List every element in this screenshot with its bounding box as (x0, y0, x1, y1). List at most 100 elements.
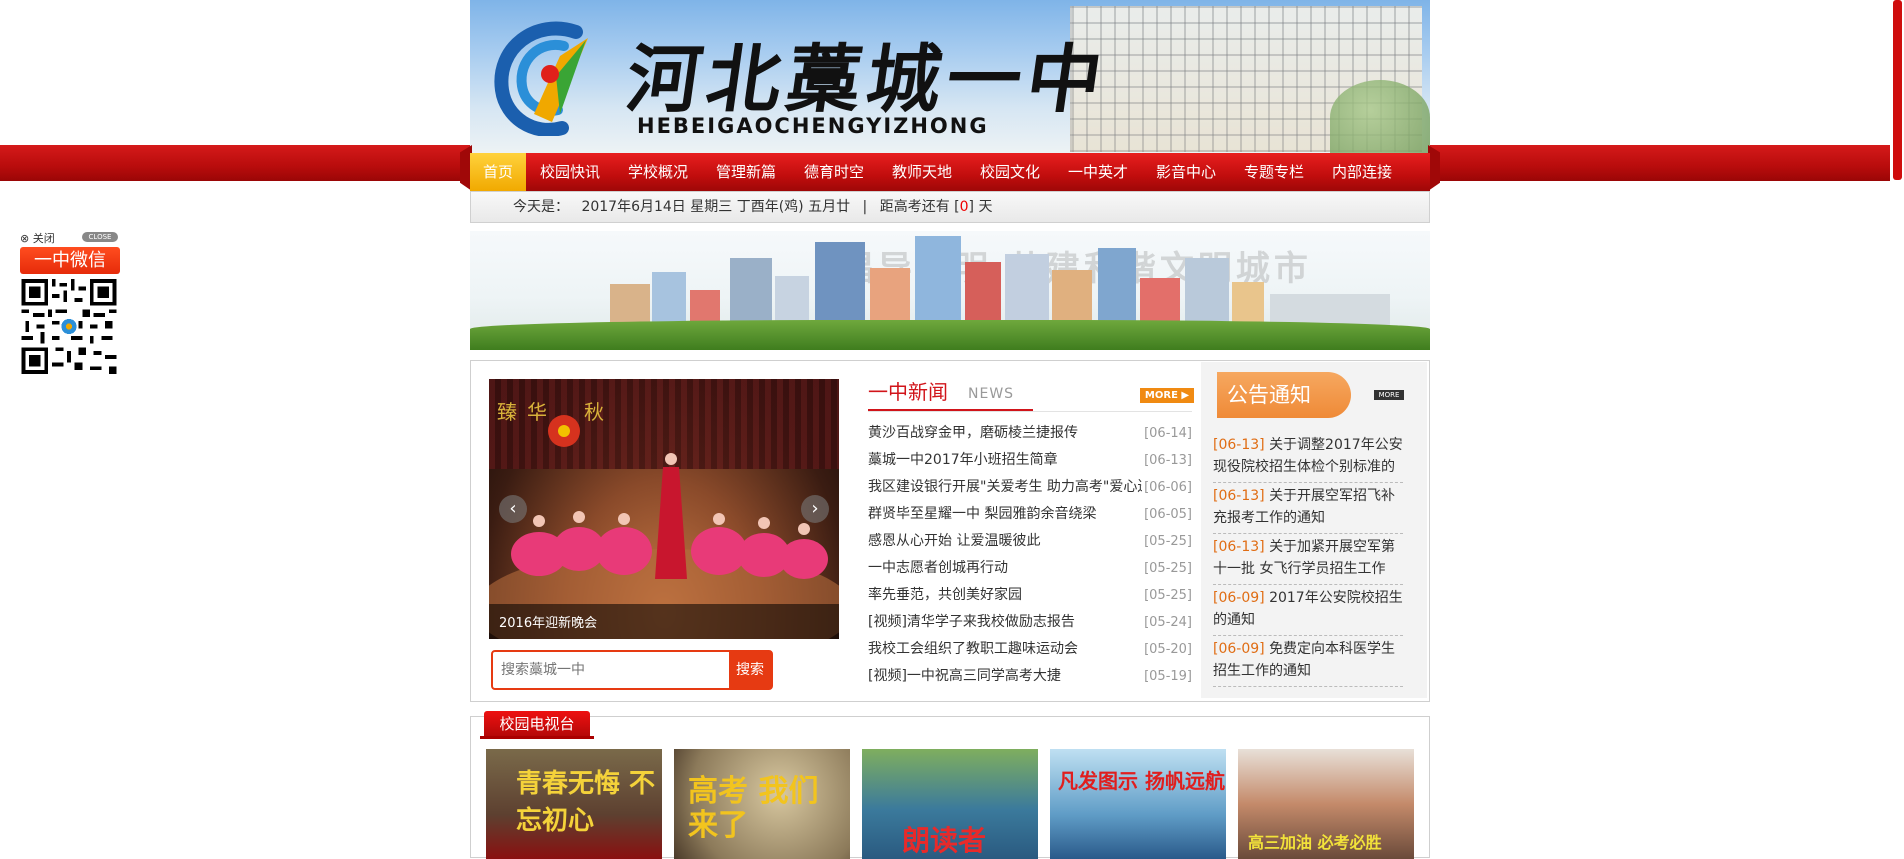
svg-text:臻: 臻 (497, 400, 517, 424)
news-item[interactable]: 率先垂范，共创美好家园 [05-25] (868, 582, 1192, 609)
nav-item-campus-news[interactable]: 校园快讯 (526, 153, 614, 191)
date-bar: 今天是： 2017年6月14日 星期三 丁酉年(鸡) 五月廿 | 距高考还有 [… (470, 191, 1430, 223)
nav-item-management[interactable]: 管理新篇 (702, 153, 790, 191)
news-title-underline (868, 409, 1033, 411)
slide-next-button[interactable]: › (801, 495, 829, 523)
site-search: 搜索 (491, 650, 773, 690)
main-navigation: 首页 校园快讯 学校概况 管理新篇 德育时空 教师天地 校园文化 一中英才 影音… (470, 153, 1430, 191)
news-item-date: [06-14] (1142, 420, 1192, 447)
nav-item-talents[interactable]: 一中英才 (1054, 153, 1142, 191)
news-item-title[interactable]: [视频]清华学子来我校做励志报告 (868, 614, 1075, 630)
notice-item-date: [06-13] (1213, 539, 1265, 555)
notice-item[interactable]: [06-09] 免费定向本科医学生招生工作的通知 (1213, 636, 1403, 687)
scrollbar-thumb[interactable] (1893, 0, 1902, 180)
news-section-title: 一中新闻 (868, 380, 948, 404)
news-item-title[interactable]: 我区建设银行开展"关爱考生 助力高考"爱心送 (868, 479, 1151, 495)
search-button[interactable]: 搜索 (729, 652, 771, 688)
banner-tree-decoration (1330, 80, 1430, 155)
tv-video-title: 高三加油 必考必胜 (1248, 833, 1382, 852)
news-item[interactable]: 一中志愿者创城再行动 [05-25] (868, 555, 1192, 582)
news-item-date: [05-25] (1142, 582, 1192, 609)
tv-video-thumbnail[interactable]: 高考 我们来了 (674, 749, 850, 859)
news-item-title[interactable]: 黄沙百战穿金甲，磨砺棱兰捷报传 (868, 425, 1078, 441)
wechat-qr-code-icon (21, 279, 117, 374)
notice-item[interactable]: [06-09] 2017年公安院校招生的通知 (1213, 585, 1403, 636)
news-section-subtitle: NEWS (968, 386, 1015, 402)
notice-list: [06-13] 关于调整2017年公安现役院校招生体检个别标准的 [06-13]… (1213, 432, 1403, 687)
exam-countdown-suffix: ] 天 (968, 199, 993, 215)
news-item-date: [06-13] (1142, 447, 1192, 474)
tv-video-title: 朗读者 (902, 824, 987, 857)
news-item[interactable]: 感恩从心开始 让爱温暖彼此 [05-25] (868, 528, 1192, 555)
news-more-button[interactable]: MORE ▶ (1140, 388, 1194, 403)
current-date: 2017年6月14日 星期三 丁酉年(鸡) 五月廿 (581, 199, 851, 215)
news-slideshow[interactable]: 臻 华 秋 ‹ › 2016年迎新晚会 (489, 379, 839, 639)
notice-item[interactable]: [06-13] 关于调整2017年公安现役院校招生体检个别标准的 (1213, 432, 1403, 483)
school-logo-icon (494, 21, 588, 136)
tv-video-thumbnail[interactable]: 青春无悔 不忘初心 (486, 749, 662, 859)
news-list: 黄沙百战穿金甲，磨砺棱兰捷报传 [06-14] 藁城一中2017年小班招生简章 [0… (868, 420, 1192, 690)
nav-item-home[interactable]: 首页 (470, 153, 526, 191)
banner-school-title: 河北藁城一中 (621, 37, 1114, 123)
nav-item-school-overview[interactable]: 学校概况 (614, 153, 702, 191)
nav-item-media-center[interactable]: 影音中心 (1142, 153, 1230, 191)
city-banner-image: 倡导文明 共建和谐文明城市 (470, 231, 1430, 350)
news-item-date: [05-25] (1142, 555, 1192, 582)
notice-item-date: [06-09] (1213, 641, 1265, 657)
notice-item[interactable]: [06-13] 关于开展空军招飞补充报考工作的通知 (1213, 483, 1403, 534)
date-separator: | (862, 199, 868, 215)
banner-school-pinyin: HEBEIGAOCHENGYIZHONG (637, 114, 989, 138)
news-item[interactable]: 藁城一中2017年小班招生简章 [06-13] (868, 447, 1192, 474)
tv-video-thumbnail[interactable]: 高三加油 必考必胜 (1238, 749, 1414, 859)
tv-video-thumbnail[interactable]: 凡发图示 扬帆远航 (1050, 749, 1226, 859)
news-item[interactable]: [视频]清华学子来我校做励志报告 [05-24] (868, 609, 1192, 636)
news-item-title[interactable]: 率先垂范，共创美好家园 (868, 587, 1022, 603)
wechat-close-button[interactable]: CLOSE (82, 232, 118, 242)
tv-video-title: 高考 我们来了 (688, 774, 819, 843)
site-banner: 河北藁城一中 HEBEIGAOCHENGYIZHONG (470, 0, 1430, 155)
news-item-title[interactable]: [视频]一中祝高三同学高考大捷 (868, 668, 1061, 684)
news-item-date: [06-05] (1142, 501, 1192, 528)
news-item[interactable]: 我区建设银行开展"关爱考生 助力高考"爱心送 [06-06] (868, 474, 1192, 501)
tv-video-title: 凡发图示 扬帆远航 (1058, 769, 1225, 793)
svg-text:华: 华 (527, 400, 547, 424)
city-banner-greenery (470, 320, 1430, 350)
nav-item-campus-culture[interactable]: 校园文化 (966, 153, 1054, 191)
stage-performance-photo: 臻 华 秋 (489, 400, 839, 639)
news-item[interactable]: 黄沙百战穿金甲，磨砺棱兰捷报传 [06-14] (868, 420, 1192, 447)
news-item-title[interactable]: 群贤毕至星耀一中 梨园雅韵余音绕梁 (868, 506, 1096, 522)
news-item-date: [05-20] (1142, 636, 1192, 663)
news-item[interactable]: 群贤毕至星耀一中 梨园雅韵余音绕梁 [06-05] (868, 501, 1192, 528)
news-header: 一中新闻 NEWS MORE ▶ (868, 376, 1194, 412)
wechat-button[interactable]: 一中微信 (20, 247, 120, 274)
news-item-title[interactable]: 感恩从心开始 让爱温暖彼此 (868, 533, 1040, 549)
nav-item-teachers[interactable]: 教师天地 (878, 153, 966, 191)
tv-video-thumbnail[interactable]: 朗读者 (862, 749, 1038, 859)
notice-panel: 公告通知 MORE [06-13] 关于调整2017年公安现役院校招生体检个别标… (1201, 362, 1427, 698)
svg-text:秋: 秋 (584, 400, 604, 424)
notice-item-date: [06-13] (1213, 437, 1265, 453)
date-prefix: 今天是： (513, 199, 569, 215)
notice-more-button[interactable]: MORE (1374, 390, 1404, 400)
news-item-date: [06-06] (1142, 474, 1192, 501)
campus-tv-tab-stripe (480, 736, 594, 739)
nav-item-moral-education[interactable]: 德育时空 (790, 153, 878, 191)
news-item-title[interactable]: 藁城一中2017年小班招生简章 (868, 452, 1058, 468)
slide-prev-button[interactable]: ‹ (499, 495, 527, 523)
notice-section-title: 公告通知 (1217, 372, 1351, 418)
news-item[interactable]: [视频]一中祝高三同学高考大捷 [05-19] (868, 663, 1192, 690)
news-item-title[interactable]: 我校工会组织了教职工趣味运动会 (868, 641, 1078, 657)
nav-item-internal-links[interactable]: 内部连接 (1318, 153, 1406, 191)
news-item-date: [05-25] (1142, 528, 1192, 555)
notice-item[interactable]: [06-13] 关于加紧开展空军第十一批 女飞行学员招生工作 (1213, 534, 1403, 585)
news-item-date: [05-19] (1142, 663, 1192, 690)
campus-tv-title: 校园电视台 (484, 711, 590, 737)
search-input[interactable] (499, 658, 723, 682)
news-item[interactable]: 我校工会组织了教职工趣味运动会 [05-20] (868, 636, 1192, 663)
slide-caption[interactable]: 2016年迎新晚会 (499, 612, 597, 631)
nav-item-special-topics[interactable]: 专题专栏 (1230, 153, 1318, 191)
news-item-date: [05-24] (1142, 609, 1192, 636)
wechat-close-link[interactable]: ⊗ 关闭 (20, 230, 55, 246)
news-item-title[interactable]: 一中志愿者创城再行动 (868, 560, 1008, 576)
exam-countdown-prefix: 距高考还有 [ (879, 199, 960, 215)
